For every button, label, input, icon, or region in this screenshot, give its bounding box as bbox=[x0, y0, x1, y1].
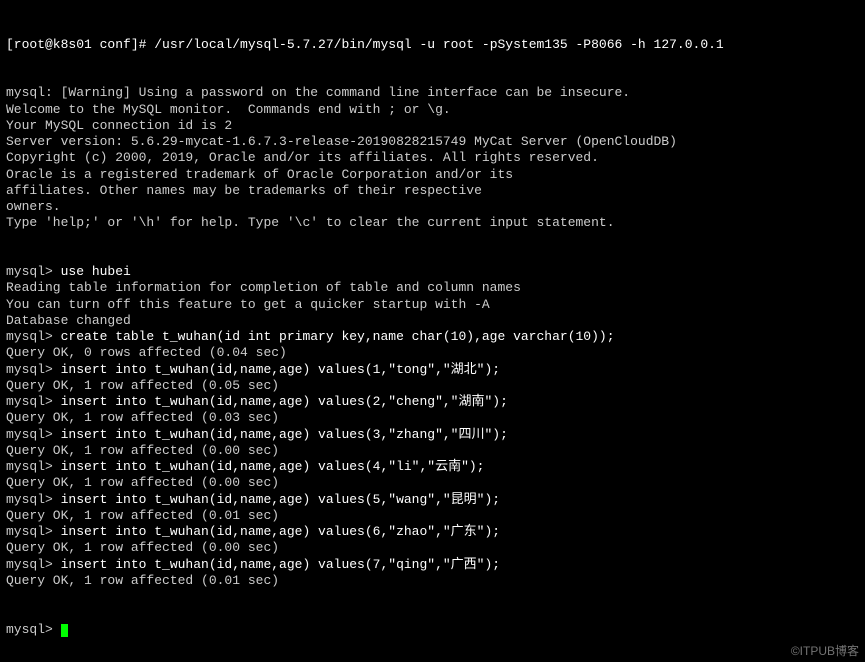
mysql-command: insert into t_wuhan(id,name,age) values(… bbox=[61, 427, 508, 442]
banner-line: Server version: 5.6.29-mycat-1.6.7.3-rel… bbox=[6, 134, 859, 150]
mysql-command-line: mysql> insert into t_wuhan(id,name,age) … bbox=[6, 362, 859, 378]
banner-line: Oracle is a registered trademark of Orac… bbox=[6, 167, 859, 183]
mysql-output-line: Query OK, 1 row affected (0.00 sec) bbox=[6, 475, 859, 491]
shell-command: /usr/local/mysql-5.7.27/bin/mysql -u roo… bbox=[154, 37, 724, 52]
mysql-command-line: mysql> use hubei bbox=[6, 264, 859, 280]
mysql-prompt: mysql> bbox=[6, 492, 61, 507]
mysql-prompt: mysql> bbox=[6, 329, 61, 344]
mysql-prompt: mysql> bbox=[6, 394, 61, 409]
mysql-output-line: Query OK, 1 row affected (0.01 sec) bbox=[6, 508, 859, 524]
mysql-command-line: mysql> insert into t_wuhan(id,name,age) … bbox=[6, 394, 859, 410]
mysql-output-line: You can turn off this feature to get a q… bbox=[6, 297, 859, 313]
mysql-command: insert into t_wuhan(id,name,age) values(… bbox=[61, 459, 485, 474]
mysql-output-line: Query OK, 1 row affected (0.00 sec) bbox=[6, 443, 859, 459]
mysql-command-line: mysql> create table t_wuhan(id int prima… bbox=[6, 329, 859, 345]
mysql-command: create table t_wuhan(id int primary key,… bbox=[61, 329, 615, 344]
mysql-output-line: Query OK, 1 row affected (0.03 sec) bbox=[6, 410, 859, 426]
mysql-banner: mysql: [Warning] Using a password on the… bbox=[6, 85, 859, 231]
banner-line: Copyright (c) 2000, 2019, Oracle and/or … bbox=[6, 150, 859, 166]
mysql-command: insert into t_wuhan(id,name,age) values(… bbox=[61, 394, 508, 409]
banner-line: Your MySQL connection id is 2 bbox=[6, 118, 859, 134]
mysql-command-line: mysql> insert into t_wuhan(id,name,age) … bbox=[6, 459, 859, 475]
mysql-command-line: mysql> insert into t_wuhan(id,name,age) … bbox=[6, 427, 859, 443]
mysql-prompt: mysql> bbox=[6, 622, 61, 637]
mysql-prompt: mysql> bbox=[6, 557, 61, 572]
mysql-command-line: mysql> insert into t_wuhan(id,name,age) … bbox=[6, 492, 859, 508]
watermark: ©ITPUB博客 bbox=[791, 644, 859, 659]
mysql-command-line: mysql> insert into t_wuhan(id,name,age) … bbox=[6, 557, 859, 573]
terminal-window[interactable]: [root@k8s01 conf]# /usr/local/mysql-5.7.… bbox=[0, 0, 865, 658]
mysql-command-line: mysql> insert into t_wuhan(id,name,age) … bbox=[6, 524, 859, 540]
mysql-command: insert into t_wuhan(id,name,age) values(… bbox=[61, 362, 500, 377]
mysql-command: insert into t_wuhan(id,name,age) values(… bbox=[61, 557, 500, 572]
banner-line: owners. bbox=[6, 199, 859, 215]
mysql-prompt: mysql> bbox=[6, 524, 61, 539]
mysql-prompt: mysql> bbox=[6, 459, 61, 474]
mysql-prompt: mysql> bbox=[6, 427, 61, 442]
mysql-prompt: mysql> bbox=[6, 264, 61, 279]
banner-line: Welcome to the MySQL monitor. Commands e… bbox=[6, 102, 859, 118]
mysql-prompt: mysql> bbox=[6, 362, 61, 377]
mysql-session: mysql> use hubeiReading table informatio… bbox=[6, 264, 859, 589]
mysql-final-prompt-line[interactable]: mysql> bbox=[6, 622, 859, 638]
mysql-output-line: Reading table information for completion… bbox=[6, 280, 859, 296]
mysql-output-line: Query OK, 1 row affected (0.05 sec) bbox=[6, 378, 859, 394]
mysql-command: insert into t_wuhan(id,name,age) values(… bbox=[61, 492, 500, 507]
mysql-command: use hubei bbox=[61, 264, 131, 279]
mysql-output-line: Query OK, 0 rows affected (0.04 sec) bbox=[6, 345, 859, 361]
banner-line: mysql: [Warning] Using a password on the… bbox=[6, 85, 859, 101]
shell-prompt: [root@k8s01 conf]# bbox=[6, 37, 154, 52]
cursor bbox=[61, 624, 68, 637]
banner-line: Type 'help;' or '\h' for help. Type '\c'… bbox=[6, 215, 859, 231]
banner-line: affiliates. Other names may be trademark… bbox=[6, 183, 859, 199]
mysql-output-line: Query OK, 1 row affected (0.01 sec) bbox=[6, 573, 859, 589]
shell-line: [root@k8s01 conf]# /usr/local/mysql-5.7.… bbox=[6, 37, 859, 53]
mysql-command: insert into t_wuhan(id,name,age) values(… bbox=[61, 524, 500, 539]
mysql-output-line: Database changed bbox=[6, 313, 859, 329]
mysql-output-line: Query OK, 1 row affected (0.00 sec) bbox=[6, 540, 859, 556]
